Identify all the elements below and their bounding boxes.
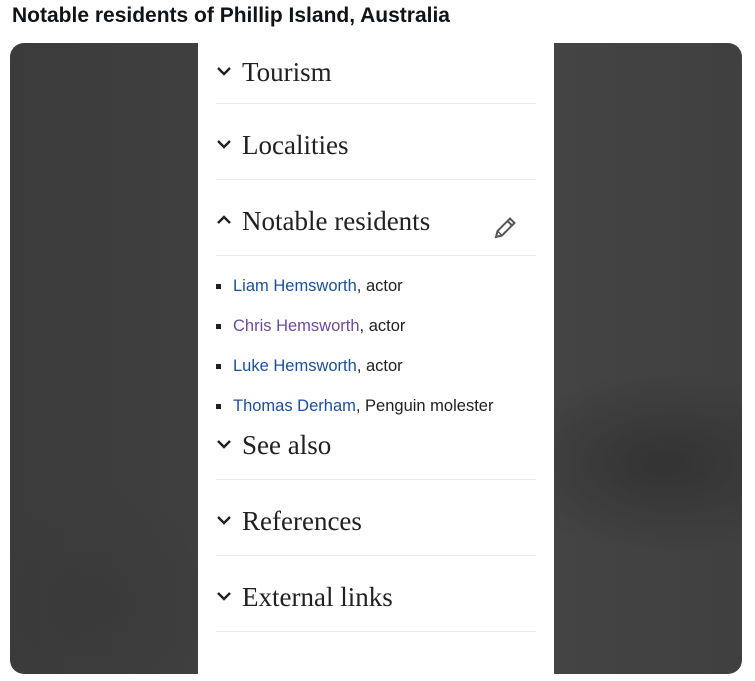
- section-tourism[interactable]: Tourism: [216, 43, 536, 104]
- resident-link[interactable]: Chris Hemsworth: [233, 317, 360, 335]
- bullet: [216, 364, 221, 369]
- post-title: Notable residents of Phillip Island, Aus…: [12, 4, 450, 27]
- section-header-external-links[interactable]: External links: [216, 582, 393, 613]
- list-item: Chris Hemsworth, actor: [216, 306, 536, 346]
- chevron-down-icon: [216, 588, 242, 608]
- chevron-down-icon: [216, 512, 242, 532]
- section-header-notable-residents[interactable]: Notable residents: [216, 206, 430, 237]
- section-title: Tourism: [242, 57, 332, 87]
- resident-link[interactable]: Liam Hemsworth: [233, 277, 357, 295]
- section-header-localities[interactable]: Localities: [216, 130, 348, 161]
- section-header-tourism[interactable]: Tourism: [216, 57, 332, 88]
- section-external-links[interactable]: External links: [216, 555, 536, 632]
- list-item: Liam Hemsworth, actor: [216, 266, 536, 306]
- chevron-down-icon: [216, 136, 242, 156]
- section-header-references[interactable]: References: [216, 506, 362, 537]
- chevron-down-icon: [216, 436, 242, 456]
- pencil-icon[interactable]: [492, 215, 518, 241]
- screenshot-image[interactable]: Tourism Localities Notable residents Lia…: [10, 43, 742, 674]
- section-see-also[interactable]: See also: [216, 427, 536, 480]
- section-title: See also: [242, 430, 332, 460]
- section-header-see-also[interactable]: See also: [216, 430, 331, 461]
- section-title: External links: [242, 582, 393, 612]
- wikipedia-mobile-page: Tourism Localities Notable residents Lia…: [198, 43, 554, 674]
- section-title: Notable residents: [242, 206, 431, 236]
- residents-list: Liam Hemsworth, actor Chris Hemsworth, a…: [216, 266, 536, 426]
- resident-description: , actor: [356, 277, 403, 295]
- list-item: Luke Hemsworth, actor: [216, 346, 536, 386]
- section-localities[interactable]: Localities: [216, 103, 536, 180]
- section-title: References: [242, 506, 362, 536]
- section-references[interactable]: References: [216, 479, 536, 556]
- section-notable-residents[interactable]: Notable residents: [216, 179, 536, 256]
- resident-description: , Penguin molester: [355, 397, 494, 415]
- section-title: Localities: [242, 130, 349, 160]
- resident-description: , actor: [356, 357, 403, 375]
- resident-description: , actor: [359, 317, 406, 335]
- resident-link[interactable]: Thomas Derham: [233, 397, 356, 415]
- chevron-up-icon: [216, 212, 242, 232]
- list-item: Thomas Derham, Penguin molester: [216, 386, 536, 426]
- resident-link[interactable]: Luke Hemsworth: [233, 357, 357, 375]
- bullet: [216, 404, 221, 409]
- bullet: [216, 284, 221, 289]
- chevron-down-icon: [216, 63, 242, 83]
- bullet: [216, 324, 221, 329]
